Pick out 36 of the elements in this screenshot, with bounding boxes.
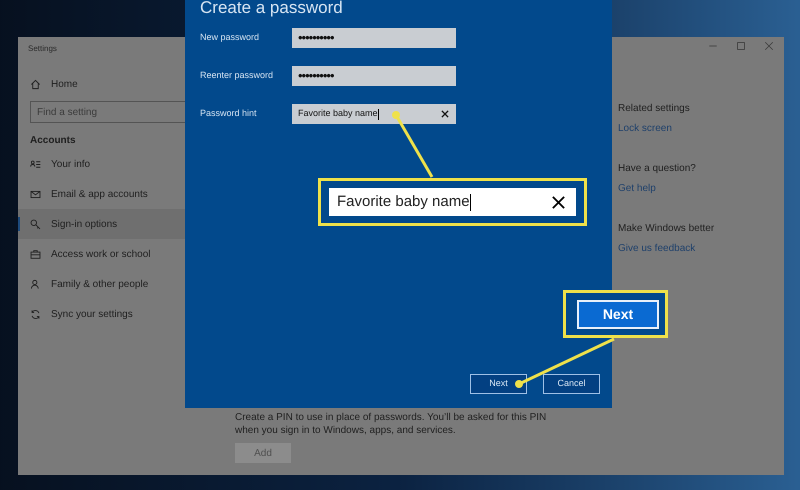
section-heading: Make Windows better bbox=[618, 222, 714, 236]
maximize-icon[interactable] bbox=[736, 41, 746, 51]
cancel-button[interactable]: Cancel bbox=[543, 374, 600, 394]
section-heading: Related settings bbox=[618, 102, 690, 116]
window-title: Settings bbox=[27, 43, 58, 55]
link[interactable]: Give us feedback bbox=[618, 241, 696, 256]
pin-description: Create a PIN to use in place of passwords. You’ll be asked for this PIN when you sign in to Windows, apps, and services. bbox=[235, 411, 548, 437]
section-heading: Have a question? bbox=[618, 162, 696, 176]
mail-icon bbox=[30, 188, 41, 200]
password-field[interactable]: •••••••••• bbox=[292, 28, 456, 48]
field-label: Reenter password bbox=[200, 69, 274, 82]
sidebar-item[interactable]: Family & other people bbox=[18, 269, 220, 299]
field-label: New password bbox=[200, 31, 260, 44]
sidebar-item[interactable]: Email & app accounts bbox=[18, 179, 220, 209]
dialog-title: Create a password bbox=[200, 0, 343, 16]
clear-icon[interactable] bbox=[440, 109, 450, 119]
link[interactable]: Lock screen bbox=[618, 121, 672, 136]
next-button[interactable]: Next bbox=[470, 374, 527, 394]
clear-icon bbox=[551, 194, 566, 210]
sidebar-item[interactable]: Access work or school bbox=[18, 239, 220, 269]
section-heading: Accounts bbox=[29, 134, 76, 148]
home-link[interactable]: Home bbox=[18, 69, 78, 99]
briefcase-icon bbox=[30, 248, 41, 260]
home-icon bbox=[30, 78, 41, 90]
hint-field[interactable]: Favorite baby name bbox=[292, 104, 456, 124]
link[interactable]: Get help bbox=[618, 181, 656, 196]
password-field[interactable]: •••••••••• bbox=[292, 66, 456, 86]
person-list-icon bbox=[30, 158, 41, 170]
hint-field: Favorite baby name bbox=[329, 188, 576, 216]
key-icon bbox=[30, 218, 41, 230]
sidebar-item[interactable]: Sync your settings bbox=[18, 299, 220, 329]
person-icon bbox=[30, 278, 41, 290]
sync-icon bbox=[30, 308, 41, 320]
field-label: Password hint bbox=[200, 107, 258, 120]
sidebar-item[interactable]: Your info bbox=[18, 149, 220, 179]
close-icon[interactable] bbox=[764, 41, 774, 51]
